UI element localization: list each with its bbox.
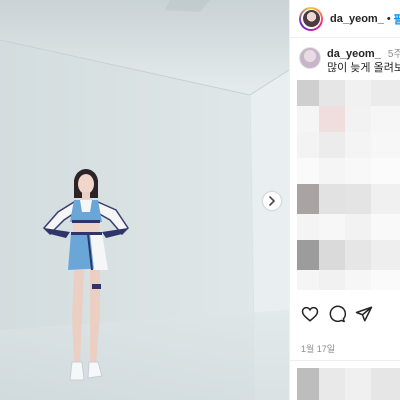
comment-button[interactable] bbox=[328, 305, 346, 323]
dancer-figure bbox=[42, 169, 129, 381]
blurred-comments bbox=[297, 80, 400, 290]
follow-button[interactable]: 팔로 bbox=[394, 11, 400, 27]
caption-avatar[interactable] bbox=[299, 47, 321, 69]
share-icon bbox=[355, 306, 373, 322]
header-username[interactable]: da_yeom_ bbox=[330, 13, 384, 25]
post-photo bbox=[0, 0, 289, 400]
post-date: 1월 17일 bbox=[301, 344, 336, 354]
next-photo-button[interactable] bbox=[263, 192, 281, 210]
blurred-comment-input bbox=[297, 368, 400, 400]
chevron-right-icon bbox=[269, 196, 275, 206]
share-button[interactable] bbox=[355, 305, 373, 323]
avatar[interactable] bbox=[299, 6, 323, 31]
post-side-panel: da_yeom_ • 팔로 da_yeom_ 5주 많이 늦게 올려보 bbox=[289, 0, 400, 400]
heart-icon bbox=[301, 306, 319, 322]
post-header: da_yeom_ • 팔로 bbox=[290, 0, 400, 38]
like-button[interactable] bbox=[301, 305, 319, 323]
post-actions bbox=[301, 305, 382, 323]
divider bbox=[290, 360, 400, 361]
comment-icon bbox=[329, 305, 346, 323]
header-separator: • bbox=[386, 12, 391, 25]
caption-text: 많이 늦게 올려보 bbox=[327, 62, 400, 74]
